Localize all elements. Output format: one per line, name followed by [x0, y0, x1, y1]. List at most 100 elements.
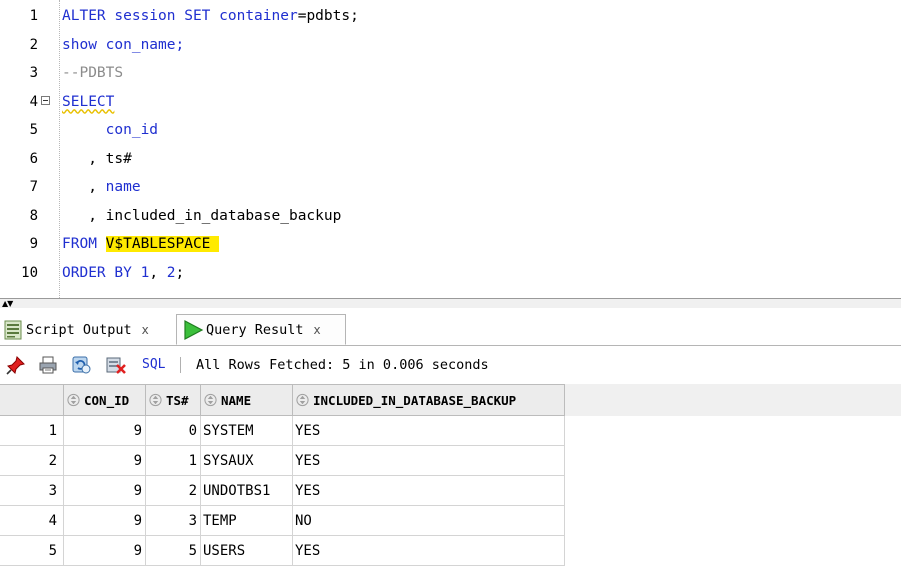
code-line[interactable]: 5 con_id — [0, 116, 901, 144]
script-icon — [4, 320, 22, 339]
code-token: =pdbts; — [297, 8, 359, 24]
code-token: name — [105, 179, 141, 195]
row-number: 3 — [0, 476, 64, 506]
table-row[interactable]: 3 9 2 UNDOTBS1 YES — [0, 476, 565, 506]
tab-query-result-label: Query Result — [206, 321, 304, 338]
code-text: ALTER session SET container=pdbts; — [62, 2, 359, 30]
column-header-label: INCLUDED_IN_DATABASE_BACKUP — [313, 392, 517, 408]
code-line[interactable]: 2 show con_name; — [0, 31, 901, 59]
code-line[interactable]: 3 --PDBTS — [0, 59, 901, 87]
row-number: 5 — [0, 536, 64, 566]
table-cell[interactable]: 9 — [64, 536, 146, 566]
table-cell[interactable]: SYSAUX — [201, 446, 293, 476]
row-number: 4 — [0, 506, 64, 536]
table-cell[interactable]: 9 — [64, 416, 146, 446]
code-token: SELECT — [62, 93, 115, 110]
code-token: con_id — [62, 122, 159, 138]
line-number: 10 — [21, 264, 38, 281]
pin-icon[interactable] — [6, 355, 26, 375]
sql-button[interactable]: SQL — [142, 355, 165, 375]
table-cell[interactable]: UNDOTBS1 — [201, 476, 293, 506]
results-toolbar: SQL All Rows Fetched: 5 in 0.006 seconds — [0, 346, 901, 384]
code-token: ORDER BY — [62, 264, 141, 281]
code-token: FROM — [62, 236, 106, 252]
code-text: --PDBTS — [62, 59, 123, 87]
code-text: , included_in_database_backup — [62, 202, 341, 230]
table-cell[interactable]: 3 — [146, 506, 201, 536]
sql-developer-window: 1 ALTER session SET container=pdbts; 2 show… — [0, 0, 901, 577]
code-line[interactable]: 7 , name — [0, 173, 901, 201]
code-text: SELECT — [62, 88, 114, 116]
line-number: 7 — [29, 179, 38, 195]
table-cell[interactable]: 9 — [64, 476, 146, 506]
code-token: ; — [175, 264, 185, 281]
code-token: , included_in_database_backup — [62, 207, 342, 224]
query-result-grid: CON_ID TS# NAME INCLUDED_IN_DATABASE_BACKUP… — [0, 384, 901, 577]
table-cell[interactable]: USERS — [201, 536, 293, 566]
table-cell[interactable]: 1 — [146, 446, 201, 476]
code-line[interactable]: 9 FROM V$TABLESPACE — [0, 230, 901, 258]
column-header[interactable]: CON_ID — [64, 384, 146, 416]
table-cell[interactable]: 0 — [146, 416, 201, 446]
toolbar-separator — [180, 357, 181, 373]
code-text: , ts# — [62, 145, 132, 173]
code-line[interactable]: 1 ALTER session SET container=pdbts; — [0, 2, 901, 30]
sort-icon[interactable] — [149, 392, 162, 408]
code-token: , ts# — [62, 150, 132, 167]
table-row[interactable]: 1 9 0 SYSTEM YES — [0, 416, 565, 446]
code-token: 1 — [140, 264, 150, 281]
column-header-label: NAME — [221, 392, 252, 408]
table-cell[interactable]: YES — [293, 476, 565, 506]
column-header[interactable]: NAME — [201, 384, 293, 416]
export-icon[interactable] — [106, 355, 126, 375]
sort-icon[interactable] — [204, 392, 217, 408]
table-cell[interactable]: NO — [293, 506, 565, 536]
grid-header: CON_ID TS# NAME INCLUDED_IN_DATABASE_BACKUP — [0, 384, 901, 416]
table-cell[interactable]: YES — [293, 446, 565, 476]
code-text: show con_name; — [62, 31, 184, 59]
pane-splitter[interactable]: ▲▼ — [0, 298, 901, 308]
sort-icon[interactable] — [296, 392, 309, 408]
code-line[interactable]: 10 ORDER BY 1, 2; — [0, 259, 901, 287]
splitter-arrows-icon[interactable]: ▲▼ — [2, 299, 13, 308]
table-row[interactable]: 4 9 3 TEMP NO — [0, 506, 565, 536]
tab-script-output-close-icon[interactable]: x — [142, 323, 149, 337]
table-cell[interactable]: TEMP — [201, 506, 293, 536]
code-token: 2 — [166, 264, 176, 281]
grid-corner — [0, 384, 64, 416]
table-cell[interactable]: 2 — [146, 476, 201, 506]
sql-editor[interactable]: 1 ALTER session SET container=pdbts; 2 show… — [0, 0, 901, 298]
sort-icon[interactable] — [67, 392, 80, 408]
line-number: 4 — [29, 93, 38, 110]
column-header-label: CON_ID — [84, 392, 130, 408]
line-number: 5 — [29, 122, 38, 138]
table-cell[interactable]: SYSTEM — [201, 416, 293, 446]
table-cell[interactable]: YES — [293, 536, 565, 566]
line-number: 3 — [29, 65, 38, 81]
fold-toggle-icon[interactable] — [41, 95, 50, 105]
fetch-status: All Rows Fetched: 5 in 0.006 seconds — [196, 357, 489, 373]
print-icon[interactable] — [38, 355, 58, 375]
code-line[interactable]: 4 SELECT — [0, 88, 901, 116]
column-header-label: TS# — [166, 392, 189, 408]
table-cell[interactable]: 9 — [64, 506, 146, 536]
code-token: container — [219, 8, 298, 24]
column-header[interactable]: TS# — [146, 384, 201, 416]
line-number: 9 — [29, 236, 38, 252]
column-header[interactable]: INCLUDED_IN_DATABASE_BACKUP — [293, 384, 565, 416]
code-text: , name — [62, 173, 141, 201]
table-cell[interactable]: 5 — [146, 536, 201, 566]
code-line[interactable]: 6 , ts# — [0, 145, 901, 173]
code-text: ORDER BY 1, 2; — [62, 259, 184, 287]
tab-query-result[interactable]: Query Result x — [176, 314, 346, 345]
table-cell[interactable]: YES — [293, 416, 565, 446]
code-line[interactable]: 8 , included_in_database_backup — [0, 202, 901, 230]
tab-script-output[interactable]: Script Output x — [0, 314, 172, 345]
table-row[interactable]: 2 9 1 SYSAUX YES — [0, 446, 565, 476]
tab-query-result-close-icon[interactable]: x — [314, 323, 321, 337]
code-token: V$TABLESPACE — [105, 236, 220, 252]
table-cell[interactable]: 9 — [64, 446, 146, 476]
table-row[interactable]: 5 9 5 USERS YES — [0, 536, 565, 566]
line-number: 8 — [29, 207, 38, 224]
refresh-icon[interactable] — [72, 355, 92, 375]
